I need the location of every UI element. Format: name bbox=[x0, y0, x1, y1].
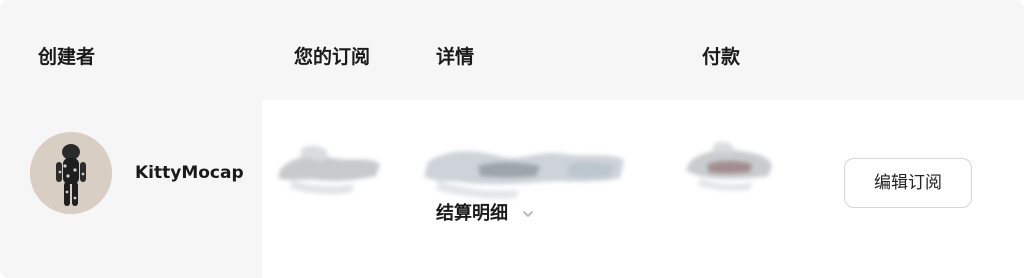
column-header-payment: 付款 bbox=[702, 46, 741, 68]
creator-name[interactable]: KittyMocap bbox=[135, 162, 244, 184]
column-header-details: 详情 bbox=[436, 46, 475, 68]
redacted-details-image bbox=[424, 151, 624, 199]
subscriptions-page: 创建者 您的订阅 详情 付款 KittyMocap 结算明细 编辑订阅 bbox=[0, 0, 1024, 278]
edit-subscription-button[interactable]: 编辑订阅 bbox=[844, 158, 972, 208]
avatar-image bbox=[30, 132, 112, 214]
avatar bbox=[30, 132, 112, 214]
column-header-subscription: 您的订阅 bbox=[294, 46, 371, 68]
table-header: 创建者 您的订阅 详情 付款 bbox=[0, 0, 1024, 100]
details-toggle-label: 结算明细 bbox=[436, 203, 508, 224]
redacted-payment-image bbox=[686, 141, 772, 191]
column-header-creator: 创建者 bbox=[38, 46, 96, 68]
details-toggle[interactable]: 结算明细 bbox=[436, 202, 536, 226]
chevron-down-icon bbox=[523, 211, 533, 217]
redacted-subscription-image bbox=[278, 145, 380, 195]
